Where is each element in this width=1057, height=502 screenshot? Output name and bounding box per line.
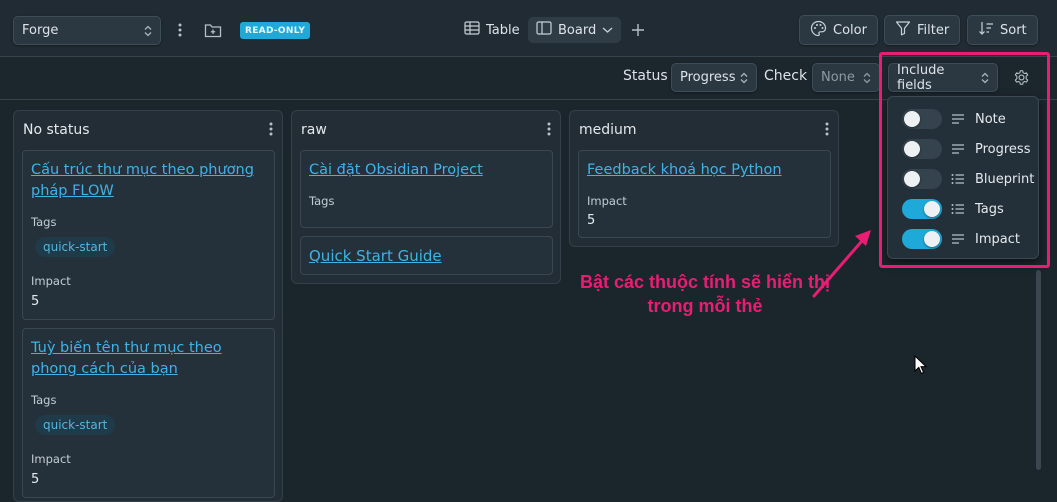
chevron-updown-icon <box>144 25 152 37</box>
palette-icon <box>810 20 827 41</box>
field-value-impact: 5 <box>587 213 596 228</box>
field-value-impact: 5 <box>31 472 40 487</box>
field-label-tags: Tags <box>309 194 335 208</box>
project-select-value: Forge <box>22 23 59 38</box>
column-menu-icon[interactable] <box>547 122 551 139</box>
column-no-status: No status Cấu trúc thư mục theo phương p… <box>13 110 283 502</box>
check-label: Check <box>764 68 808 84</box>
field-label-tags: Tags <box>31 393 57 407</box>
color-button-label: Color <box>833 22 867 38</box>
card-title-link[interactable]: Cấu trúc thư mục theo phương pháp FLOW <box>31 160 266 202</box>
status-select-value: Progress <box>680 70 736 85</box>
card-title-link[interactable]: Feedback khoá học Python <box>587 160 782 181</box>
check-select-value: None <box>821 70 855 85</box>
chevron-down-icon <box>602 23 613 38</box>
column-medium: medium Feedback khoá học Python Impact 5 <box>569 110 839 247</box>
more-vertical-icon[interactable] <box>172 21 188 39</box>
mouse-cursor-icon <box>914 355 928 375</box>
add-view-plus-icon[interactable] <box>629 21 647 39</box>
field-label-impact: Impact <box>31 274 71 288</box>
project-select[interactable]: Forge <box>13 16 161 45</box>
color-button[interactable]: Color <box>799 15 878 45</box>
column-title: raw <box>301 122 327 138</box>
annotation-highlight-box <box>879 52 1050 268</box>
top-toolbar: Forge READ-ONLY Table Board Color Filter… <box>0 0 1057 57</box>
sort-button-label: Sort <box>1000 22 1027 38</box>
check-select[interactable]: None <box>812 63 880 92</box>
status-select[interactable]: Progress <box>671 63 757 92</box>
status-label: Status <box>623 68 668 84</box>
card-title-link[interactable]: Cài đặt Obsidian Project <box>309 160 483 181</box>
table-icon <box>464 21 480 39</box>
filter-button[interactable]: Filter <box>884 15 961 45</box>
tag-pill[interactable]: quick-start <box>35 415 116 435</box>
read-only-badge: READ-ONLY <box>240 22 311 39</box>
board-scrollbar[interactable] <box>1036 270 1041 470</box>
filter-icon <box>895 20 911 40</box>
sort-button[interactable]: Sort <box>967 15 1038 45</box>
card[interactable]: Quick Start Guide <box>300 236 553 275</box>
annotation-text: Bật các thuộc tính sẽ hiển thị trong mỗi… <box>579 272 831 316</box>
field-label-impact: Impact <box>587 194 627 208</box>
board-icon <box>536 21 552 39</box>
column-title: No status <box>23 122 90 138</box>
chevron-updown-icon <box>863 72 871 84</box>
column-raw: raw Cài đặt Obsidian Project Tags Quick … <box>291 110 561 284</box>
tab-board-label: Board <box>558 22 597 38</box>
card[interactable]: Tuỳ biến tên thư mục theo phong cách của… <box>22 328 275 498</box>
sort-icon <box>978 20 994 40</box>
card[interactable]: Cấu trúc thư mục theo phương pháp FLOW T… <box>22 150 275 320</box>
field-value-impact: 5 <box>31 294 40 309</box>
folder-plus-icon[interactable] <box>203 20 223 40</box>
chevron-updown-icon <box>740 72 748 84</box>
field-label-tags: Tags <box>31 215 57 229</box>
card[interactable]: Feedback khoá học Python Impact 5 <box>578 150 831 238</box>
column-menu-icon[interactable] <box>269 122 273 139</box>
tab-table-label: Table <box>486 22 520 38</box>
annotation-arrow-icon <box>812 230 871 298</box>
tab-table[interactable]: Table <box>456 17 528 43</box>
tab-board[interactable]: Board <box>528 17 622 43</box>
column-title: medium <box>579 122 637 138</box>
card[interactable]: Cài đặt Obsidian Project Tags <box>300 150 553 228</box>
filter-button-label: Filter <box>917 22 950 38</box>
tag-pill[interactable]: quick-start <box>35 237 116 257</box>
column-menu-icon[interactable] <box>825 122 829 139</box>
field-label-impact: Impact <box>31 452 71 466</box>
card-title-link[interactable]: Quick Start Guide <box>309 246 442 267</box>
card-title-link[interactable]: Tuỳ biến tên thư mục theo phong cách của… <box>31 338 266 380</box>
